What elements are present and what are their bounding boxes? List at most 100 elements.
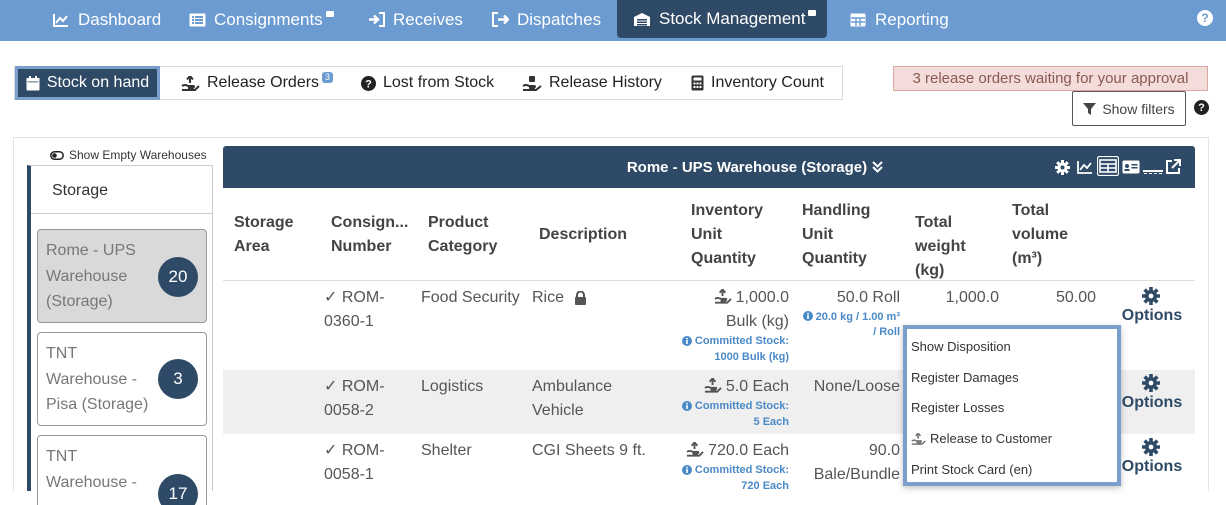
nav-dispatches[interactable]: Dispatches (491, 0, 601, 39)
chart-line-icon[interactable] (1077, 158, 1093, 176)
gear-icon (1142, 287, 1162, 305)
info-icon (681, 401, 692, 411)
nav-dashboard[interactable]: Dashboard (52, 0, 161, 39)
show-filters-button[interactable]: Show filters (1072, 91, 1186, 126)
total-weight: 1,000.0 (945, 289, 999, 306)
tab-lost-from-stock[interactable]: ? Lost from Stock (361, 67, 494, 99)
barcode-icon[interactable] (1143, 158, 1163, 176)
warehouse-name: Rome - UPS Warehouse (Storage) (46, 242, 136, 310)
gear-icon[interactable] (1055, 158, 1070, 176)
check-icon: ✓ (324, 442, 338, 459)
consignment-number[interactable]: ✓ ROM-0058-2 (324, 375, 399, 423)
gear-icon (1142, 438, 1162, 456)
show-empty-label: Show Empty Warehouses (69, 148, 207, 162)
gear-icon (1142, 374, 1162, 392)
warehouse-title-dropdown[interactable]: Rome - UPS Warehouse (Storage) (223, 146, 1226, 188)
options-dropdown-menu: Show Disposition Register Damages Regist… (903, 325, 1121, 486)
nav-reporting[interactable]: Reporting (849, 0, 949, 39)
help-icon[interactable]: ? (1194, 100, 1209, 115)
approval-banner[interactable]: 3 release orders waiting for your approv… (893, 66, 1208, 91)
warehouse-item[interactable]: TNT Warehouse - Pisa (Storage) 3 (37, 332, 207, 426)
col-header-total-weight[interactable]: Total weight (kg) (915, 211, 997, 283)
menu-register-losses[interactable]: Register Losses (911, 400, 1004, 415)
id-card-icon[interactable] (1122, 158, 1140, 176)
options-button[interactable]: Options (1117, 374, 1187, 412)
lock-icon (574, 291, 587, 305)
product-category: Shelter (421, 442, 472, 459)
tab-release-history[interactable]: Release History (522, 67, 662, 99)
options-button[interactable]: Options (1117, 438, 1187, 476)
warehouse-item[interactable]: Rome - UPS Warehouse (Storage) 20 (37, 229, 207, 323)
tab-inventory-count[interactable]: Inventory Count (691, 67, 824, 99)
list-icon (188, 11, 206, 29)
tab-stock-on-hand[interactable]: Stock on hand (15, 66, 160, 100)
inventory-quantity: 5.0 Each (673, 375, 789, 399)
nav-receives[interactable]: Receives (367, 0, 463, 39)
warehouse-count-badge: 17 (158, 474, 198, 505)
tab-label: Lost from Stock (383, 74, 495, 91)
product-category: Food Security (421, 289, 520, 306)
col-header-category[interactable]: Product Category (428, 211, 508, 259)
chart-line-icon (52, 11, 70, 29)
total-volume: 50.00 (1055, 289, 1096, 306)
nav-consignments[interactable]: Consignments (188, 0, 334, 39)
nav-label: Receives (393, 9, 463, 29)
double-chevron-down-icon (872, 161, 883, 173)
menu-show-disposition[interactable]: Show Disposition (911, 339, 1011, 354)
consignment-number[interactable]: ✓ ROM-0360-1 (324, 286, 399, 334)
tab-label: Release History (549, 74, 662, 91)
description: Rice (532, 286, 652, 310)
external-link-icon[interactable] (1165, 158, 1181, 176)
calculator-icon (691, 75, 704, 91)
sidebar-header: Storage (31, 166, 212, 214)
handling-quantity: None/Loose (813, 378, 900, 395)
hand-box-icon (704, 378, 722, 393)
help-icon[interactable]: ? (1197, 10, 1213, 26)
warehouse-icon (633, 10, 651, 28)
top-navigation: Dashboard Consignments Receives Dispatch… (0, 0, 1226, 41)
menu-release-to-customer[interactable]: Release to Customer (911, 431, 1052, 446)
consignment-number[interactable]: ✓ ROM-0058-1 (324, 439, 399, 487)
menu-print-stock-card[interactable]: Print Stock Card (en) (911, 462, 1032, 477)
toggle-icon (50, 150, 64, 160)
calendar-icon (26, 75, 40, 91)
filter-icon (1083, 102, 1097, 115)
menu-register-damages[interactable]: Register Damages (911, 370, 1019, 385)
info-icon (681, 336, 692, 346)
nav-label: Stock Management (659, 9, 806, 28)
warehouse-name: TNT Warehouse - (46, 448, 137, 491)
warehouse-title: Rome - UPS Warehouse (Storage) (626, 158, 868, 176)
nav-label: Reporting (875, 9, 949, 29)
nav-label: Dashboard (78, 9, 162, 29)
hand-box-icon (911, 432, 926, 445)
warehouse-sidebar: Storage Rome - UPS Warehouse (Storage) 2… (27, 165, 213, 505)
col-header-handling-qty[interactable]: Handling Unit Quantity (802, 199, 882, 271)
message-icon (808, 10, 817, 16)
stock-subtabs: Stock on hand Release Orders 3 ? Lost fr… (14, 66, 843, 100)
tab-label: Stock on hand (46, 74, 150, 91)
warehouse-count-badge: 20 (158, 257, 198, 297)
hand-box-icon (714, 289, 732, 304)
table-view-icon[interactable] (1097, 156, 1119, 176)
message-icon (325, 10, 334, 17)
col-header-inventory-qty[interactable]: Inventory Unit Quantity (691, 199, 771, 271)
col-header-consignment[interactable]: Consign... Number (331, 211, 411, 259)
table-icon (849, 11, 867, 29)
tab-label: Inventory Count (711, 74, 824, 91)
inventory-quantity: 1,000.0 Bulk (kg) (673, 286, 789, 334)
handling-quantity: 90.0 Bale/Bundle (813, 442, 900, 483)
col-header-description[interactable]: Description (539, 223, 639, 247)
col-header-storage-area[interactable]: Storage Area (234, 211, 314, 259)
options-button[interactable]: Options (1117, 287, 1187, 325)
tab-release-orders[interactable]: Release Orders 3 (181, 67, 334, 99)
check-icon: ✓ (324, 378, 338, 395)
hand-holding-icon (522, 75, 542, 91)
svg-text:?: ? (365, 78, 372, 90)
warehouse-item[interactable]: TNT Warehouse - 17 (37, 435, 207, 505)
handling-quantity: 50.0 Roll (836, 289, 900, 306)
col-header-total-volume[interactable]: Total volume (m³) (1012, 199, 1084, 271)
show-empty-warehouses-toggle[interactable]: Show Empty Warehouses (50, 148, 207, 162)
nav-label: Consignments (214, 9, 323, 29)
inventory-quantity: 720.0 Each (673, 439, 789, 463)
nav-stock-management[interactable]: Stock Management (617, 0, 827, 38)
